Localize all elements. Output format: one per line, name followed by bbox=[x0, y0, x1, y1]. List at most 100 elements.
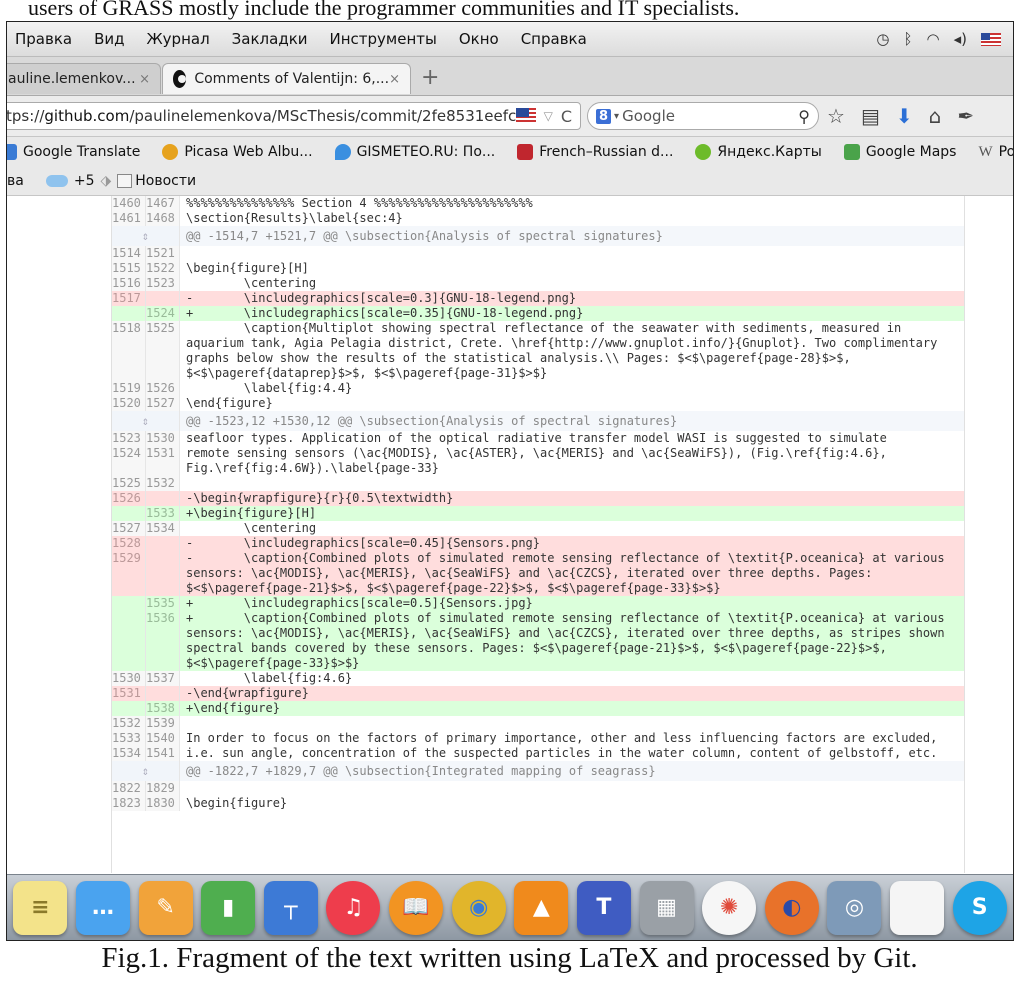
old-line-number[interactable]: 1514 bbox=[112, 246, 146, 261]
input-source-flag-icon[interactable] bbox=[981, 32, 1001, 46]
new-line-number[interactable]: 1538 bbox=[146, 701, 180, 716]
keynote-icon[interactable]: ┬ bbox=[263, 880, 318, 935]
wifi-icon[interactable]: ◠ bbox=[927, 30, 940, 48]
reload-icon[interactable]: C bbox=[561, 107, 572, 126]
url-bar[interactable]: tps://github.com/paulinelemenkova/MScThe… bbox=[7, 102, 581, 130]
old-line-number[interactable] bbox=[112, 611, 146, 671]
more-bookmarks-count[interactable]: +5 bbox=[74, 173, 95, 189]
download-icon[interactable]: ⬇ bbox=[896, 104, 913, 128]
old-line-number[interactable]: 1461 bbox=[112, 211, 146, 226]
new-line-number[interactable]: 1539 bbox=[146, 716, 180, 731]
chrome-icon[interactable]: ◉ bbox=[451, 880, 506, 935]
new-line-number[interactable] bbox=[146, 291, 180, 306]
search-icon[interactable]: ⚲ bbox=[798, 107, 810, 126]
new-line-number[interactable]: 1524 bbox=[146, 306, 180, 321]
old-line-number[interactable]: 1518 bbox=[112, 321, 146, 381]
bookmark-yandex-maps[interactable]: Яндекс.Карты bbox=[695, 144, 822, 160]
new-line-number[interactable]: 1468 bbox=[146, 211, 180, 226]
texshop-icon[interactable]: T bbox=[576, 880, 631, 935]
new-line-number[interactable]: 1533 bbox=[146, 506, 180, 521]
menu-tools[interactable]: Инструменты bbox=[319, 30, 448, 48]
new-line-number[interactable]: 1530 bbox=[146, 431, 180, 446]
menu-help[interactable]: Справка bbox=[510, 30, 598, 48]
bluetooth-icon[interactable]: ᛒ bbox=[904, 30, 913, 48]
bookmark-portal-content[interactable]: W Portal:Content bbox=[978, 144, 1013, 160]
new-line-number[interactable] bbox=[146, 536, 180, 551]
messages-icon[interactable]: … bbox=[75, 880, 130, 935]
bookmark-google-maps[interactable]: Google Maps bbox=[843, 144, 956, 160]
old-line-number[interactable]: 1534 bbox=[112, 746, 146, 761]
close-icon[interactable]: × bbox=[389, 72, 400, 87]
preview-icon[interactable]: ◎ bbox=[827, 880, 882, 935]
firefox-icon[interactable]: ◐ bbox=[764, 880, 819, 935]
new-line-number[interactable]: 1467 bbox=[146, 196, 180, 211]
history-dropdown-icon[interactable]: ▽ bbox=[544, 109, 553, 123]
new-line-number[interactable]: 1521 bbox=[146, 246, 180, 261]
expand-icon[interactable]: ⇕ bbox=[112, 411, 180, 431]
pages-icon[interactable]: ✎ bbox=[138, 880, 193, 935]
old-line-number[interactable]: 1520 bbox=[112, 396, 146, 411]
old-line-number[interactable] bbox=[112, 306, 146, 321]
menu-history[interactable]: Журнал bbox=[136, 30, 221, 48]
bookmark-french-russian[interactable]: French–Russian d... bbox=[517, 144, 673, 160]
new-line-number[interactable] bbox=[146, 686, 180, 701]
stickies-icon[interactable]: ≡ bbox=[13, 880, 68, 935]
picasa-icon[interactable]: ✺ bbox=[702, 880, 757, 935]
bookmark-news[interactable]: Новости bbox=[135, 173, 196, 189]
new-line-number[interactable]: 1527 bbox=[146, 396, 180, 411]
new-line-number[interactable]: 1523 bbox=[146, 276, 180, 291]
new-line-number[interactable]: 1534 bbox=[146, 521, 180, 536]
old-line-number[interactable]: 1517 bbox=[112, 291, 146, 306]
old-line-number[interactable] bbox=[112, 701, 146, 716]
bookmark-google-translate[interactable]: Google Translate bbox=[7, 144, 140, 160]
old-line-number[interactable]: 1533 bbox=[112, 731, 146, 746]
old-line-number[interactable]: 1527 bbox=[112, 521, 146, 536]
new-line-number[interactable]: 1829 bbox=[146, 781, 180, 796]
old-line-number[interactable]: 1532 bbox=[112, 716, 146, 731]
bookmark-gismeteo[interactable]: GISMETEO.RU: По... bbox=[334, 144, 495, 160]
old-line-number[interactable]: 1528 bbox=[112, 536, 146, 551]
calculator-icon[interactable]: ▦ bbox=[639, 880, 694, 935]
old-line-number[interactable] bbox=[112, 506, 146, 521]
bookmark-truncated[interactable]: ва bbox=[7, 173, 24, 189]
new-tab-button[interactable]: + bbox=[421, 65, 439, 90]
search-bar[interactable]: 8 ▾ Google ⚲ bbox=[587, 102, 819, 130]
close-icon[interactable]: × bbox=[139, 72, 150, 87]
bookmark-star-icon[interactable]: ☆ bbox=[827, 104, 845, 128]
menu-bookmarks[interactable]: Закладки bbox=[221, 30, 319, 48]
new-line-number[interactable]: 1537 bbox=[146, 671, 180, 686]
new-line-number[interactable]: 1535 bbox=[146, 596, 180, 611]
ibooks-icon[interactable]: 📖 bbox=[389, 880, 444, 935]
old-line-number[interactable]: 1460 bbox=[112, 196, 146, 211]
itunes-icon[interactable]: ♫ bbox=[326, 880, 381, 935]
old-line-number[interactable] bbox=[112, 596, 146, 611]
new-line-number[interactable]: 1541 bbox=[146, 746, 180, 761]
old-line-number[interactable]: 1526 bbox=[112, 491, 146, 506]
menu-view[interactable]: Вид bbox=[83, 30, 135, 48]
old-line-number[interactable]: 1515 bbox=[112, 261, 146, 276]
document-icon[interactable] bbox=[890, 880, 945, 935]
volume-icon[interactable]: ◂) bbox=[954, 30, 967, 48]
new-line-number[interactable]: 1536 bbox=[146, 611, 180, 671]
tab-github-comments[interactable]: Comments of Valentijn: 6,... × bbox=[162, 63, 411, 94]
old-line-number[interactable]: 1822 bbox=[112, 781, 146, 796]
vlc-icon[interactable]: ▲ bbox=[514, 880, 569, 935]
old-line-number[interactable]: 1823 bbox=[112, 796, 146, 811]
reading-list-icon[interactable]: ▤ bbox=[861, 104, 880, 128]
old-line-number[interactable]: 1529 bbox=[112, 551, 146, 596]
bookmark-picasa[interactable]: Picasa Web Albu... bbox=[162, 144, 313, 160]
old-line-number[interactable]: 1524 bbox=[112, 446, 146, 476]
old-line-number[interactable]: 1525 bbox=[112, 476, 146, 491]
old-line-number[interactable]: 1530 bbox=[112, 671, 146, 686]
time-machine-icon[interactable]: ◷ bbox=[876, 30, 889, 48]
google-engine-icon[interactable]: 8 bbox=[596, 108, 612, 124]
old-line-number[interactable]: 1516 bbox=[112, 276, 146, 291]
old-line-number[interactable]: 1531 bbox=[112, 686, 146, 701]
new-line-number[interactable]: 1522 bbox=[146, 261, 180, 276]
new-line-number[interactable]: 1525 bbox=[146, 321, 180, 381]
new-line-number[interactable]: 1526 bbox=[146, 381, 180, 396]
expand-icon[interactable]: ⇕ bbox=[112, 761, 180, 781]
menu-edit[interactable]: Правка bbox=[7, 30, 83, 48]
new-line-number[interactable] bbox=[146, 551, 180, 596]
home-icon[interactable]: ⌂ bbox=[929, 104, 942, 128]
